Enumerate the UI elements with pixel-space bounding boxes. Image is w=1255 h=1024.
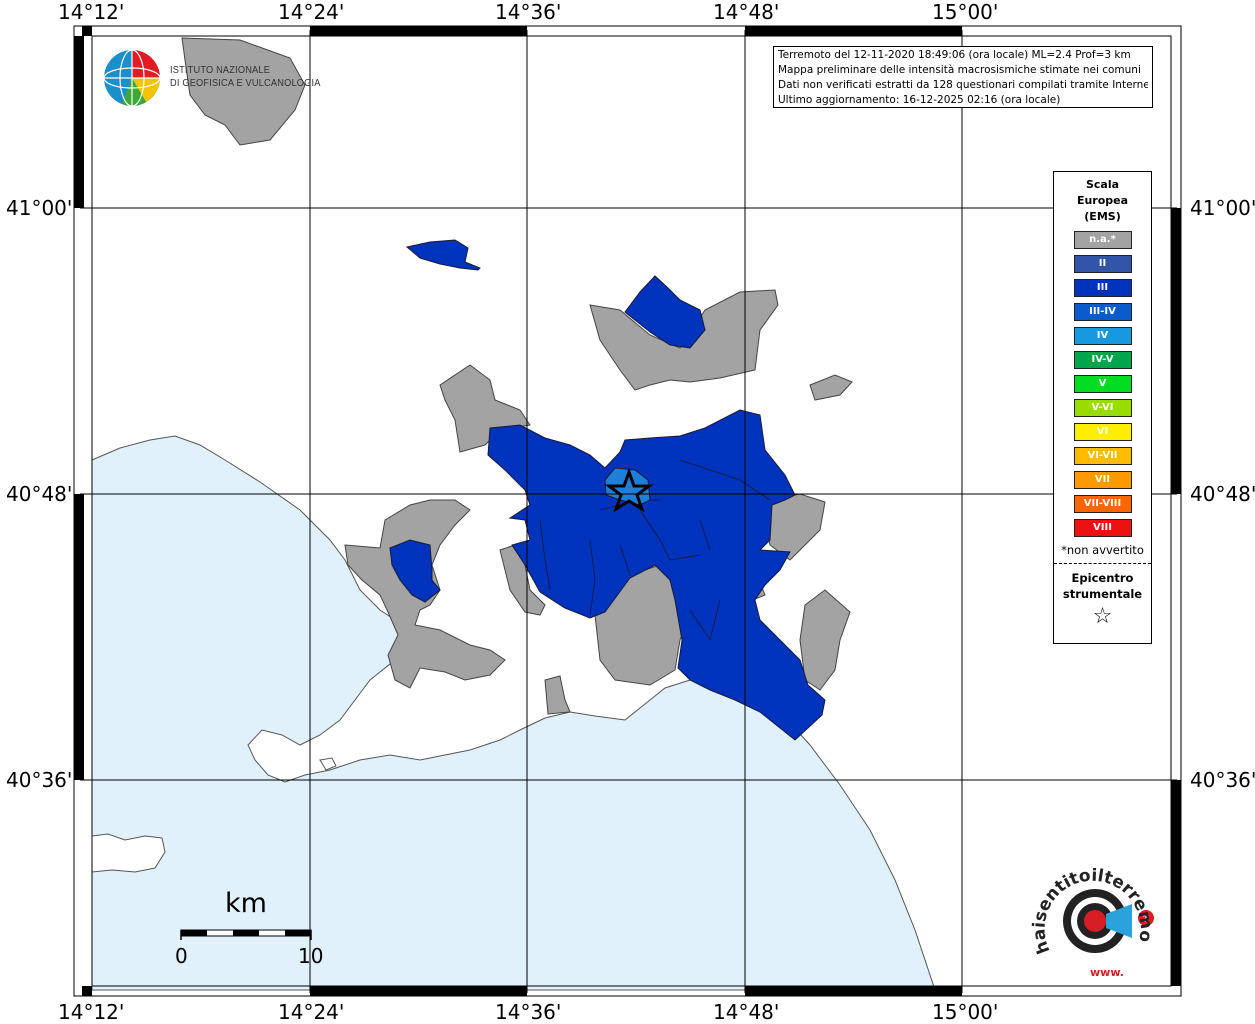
legend-item-4: IV	[1073, 327, 1132, 345]
legend-item-11: VII-VIII	[1073, 495, 1132, 513]
lon-tick-bottom-2: 14°24'	[278, 1000, 345, 1024]
scale-max-label: 10	[298, 944, 324, 968]
legend-item-6: V	[1073, 375, 1132, 393]
legend-note: *non avvertito	[1061, 543, 1144, 557]
legend-item-0: n.a.*	[1073, 231, 1132, 249]
haisentito-logo-icon[interactable]: ? haisentitoilterremoto.it www.	[1030, 866, 1160, 981]
info-data-source: Dati non verificati estratti da 128 ques…	[778, 79, 1148, 91]
lon-tick-top-4: 14°48'	[713, 0, 780, 24]
info-last-update: Ultimo aggiornamento: 16-12-2025 02:16 (…	[778, 94, 1061, 106]
legend-star-icon: ☆	[1092, 604, 1113, 629]
legend-item-12: VIII	[1073, 519, 1132, 537]
legend-items: n.a.* II III III-IV IV IV-V V V-VI VI VI-VII VII VI…	[1054, 231, 1151, 537]
ingv-logo-text: ISTITUTO NAZIONALE DI GEOFISICA E VULCAN…	[170, 64, 321, 89]
lon-tick-top-2: 14°24'	[278, 0, 345, 24]
scale-unit: km	[225, 888, 267, 919]
info-event: Terremoto del 12-11-2020 18:49:06 (ora l…	[778, 49, 1131, 61]
lon-tick-bottom-3: 14°36'	[495, 1000, 562, 1024]
lon-tick-top-3: 14°36'	[495, 0, 562, 24]
lat-tick-right-3: 40°36'	[1190, 768, 1255, 792]
legend-item-9: VI-VII	[1073, 447, 1132, 465]
scale-min-label: 0	[175, 944, 188, 968]
lon-tick-bottom-5: 15°00'	[932, 1000, 999, 1024]
legend-title: Scala Europea (EMS)	[1076, 178, 1129, 223]
legend-item-7: V-VI	[1073, 399, 1132, 417]
lon-tick-top-1: 14°12'	[58, 0, 125, 24]
lon-tick-bottom-4: 14°48'	[713, 1000, 780, 1024]
haisentito-logo-prefix: www.	[1090, 966, 1124, 979]
legend-epicenter-label: Epicentro strumentale	[1062, 571, 1143, 601]
ingv-globe-icon	[103, 49, 161, 107]
event-info-box: Terremoto del 12-11-2020 18:49:06 (ora l…	[773, 46, 1153, 108]
legend-item-3: III-IV	[1073, 303, 1132, 321]
legend-item-10: VII	[1073, 471, 1132, 489]
legend-item-2: III	[1073, 279, 1132, 297]
ems-legend: Scala Europea (EMS) n.a.* II III III-IV IV IV…	[1053, 171, 1152, 644]
lon-tick-bottom-1: 14°12'	[58, 1000, 125, 1024]
legend-item-1: II	[1073, 255, 1132, 273]
legend-separator	[1054, 563, 1151, 564]
legend-item-5: IV-V	[1073, 351, 1132, 369]
lat-tick-left-2: 40°48'	[6, 482, 73, 506]
lon-tick-top-5: 15°00'	[932, 0, 999, 24]
legend-item-8: VI	[1073, 423, 1132, 441]
island-ischia	[91, 833, 166, 873]
lat-tick-left-3: 40°36'	[6, 768, 73, 792]
lat-tick-right-2: 40°48'	[1190, 482, 1255, 506]
info-map-description: Mappa preliminare delle intensità macros…	[778, 64, 1141, 76]
islet	[319, 757, 337, 771]
lat-tick-left-1: 41°00'	[6, 196, 73, 220]
lat-tick-right-1: 41°00'	[1190, 196, 1255, 220]
